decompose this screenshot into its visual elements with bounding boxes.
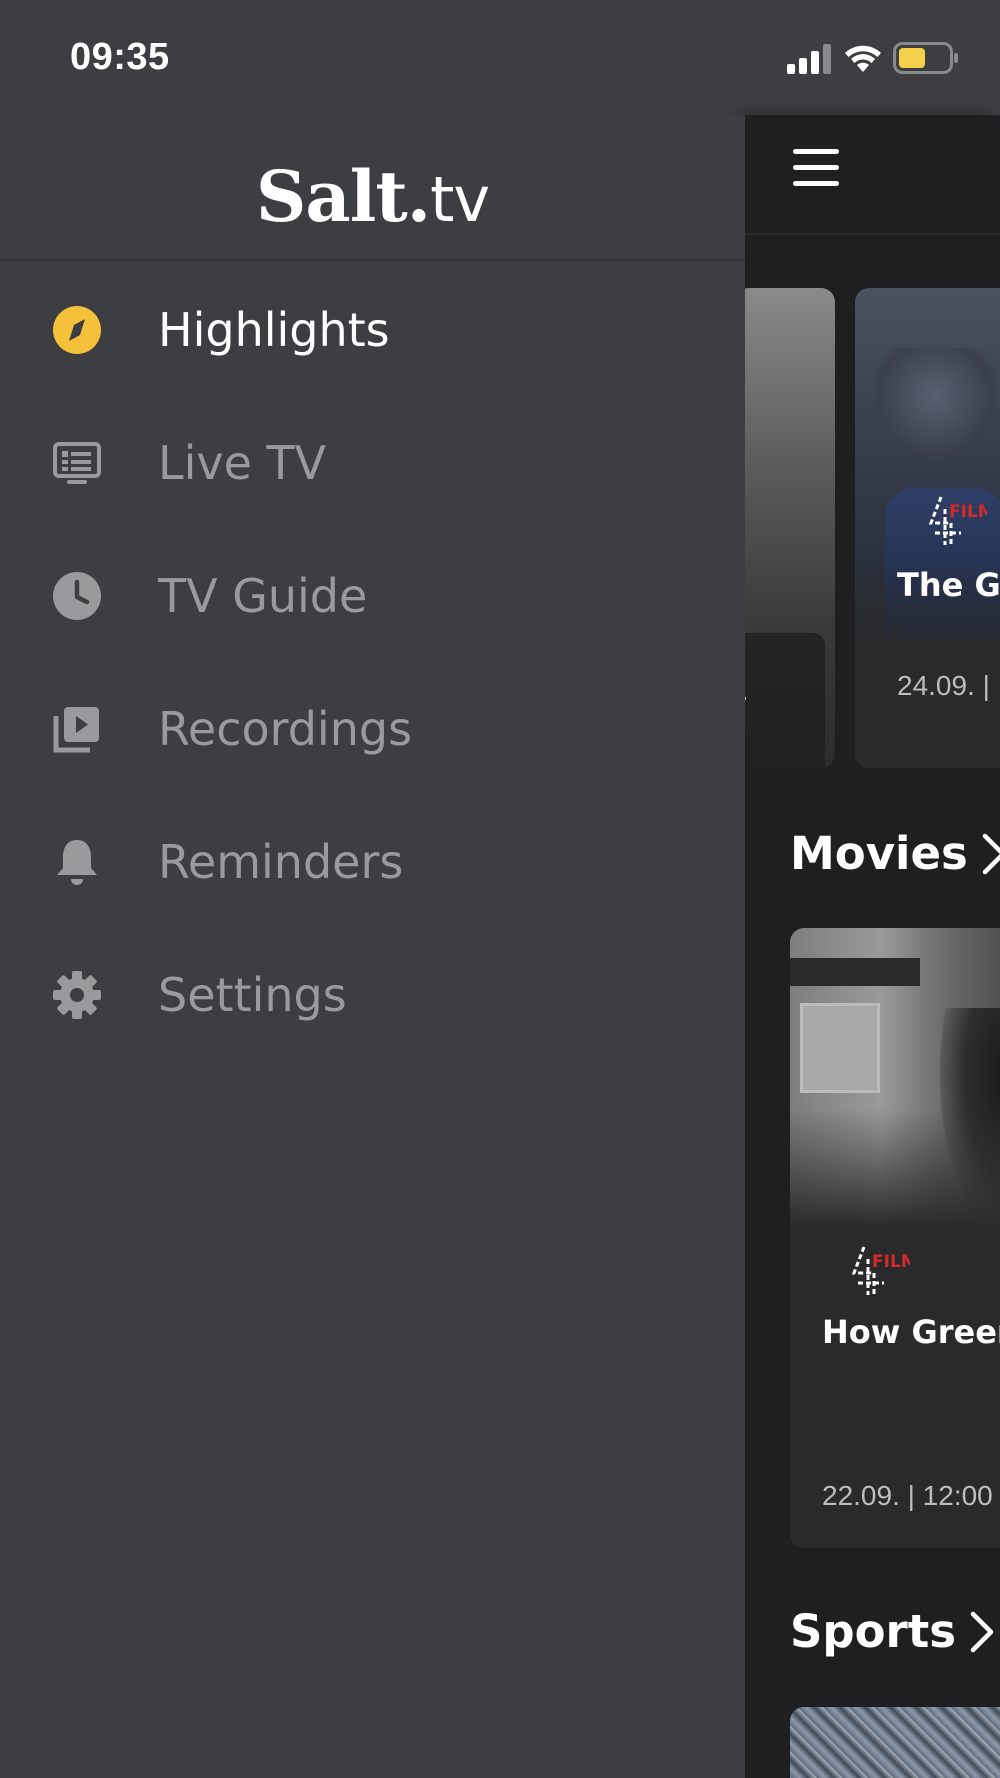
chevron-right-icon [982,833,1000,874]
salt-tv-logo: Salt.tv [255,155,490,238]
compass-icon [52,305,102,355]
card-title: The Gi [897,566,1000,604]
nav-item-highlights[interactable]: Highlights [0,263,745,396]
section-title-label: Sports [790,1605,957,1658]
cellular-signal-icon [787,44,831,74]
highlight-card-previous[interactable] [745,288,835,768]
card-meta: 22.09. | 12:00 [822,1480,993,1511]
nav-item-label: Reminders [158,834,404,889]
divider [0,259,745,261]
channel-logo-film4-icon: FILM [928,496,987,545]
highlight-card-featured[interactable]: FILM The Gi 24.09. | [855,288,1000,768]
nav-item-label: Recordings [158,701,413,756]
nav-item-tv-guide[interactable]: TV Guide [0,529,745,662]
gear-icon [52,970,102,1020]
svg-text:FILM: FILM [872,1252,910,1272]
nav-item-label: Live TV [158,435,327,490]
sports-card[interactable] [790,1707,1000,1778]
battery-icon [893,42,958,74]
nav-item-live-tv[interactable]: Live TV [0,396,745,529]
card-info-overlay [745,633,825,768]
nav-list: Highlights Live TV TV Guide Recordings R… [0,263,745,1061]
section-title-movies[interactable]: Movies [790,827,1000,880]
status-bar: 09:35 [0,0,1000,115]
card-title: How Green [822,1313,1000,1351]
side-drawer: Salt.tv Highlights Live TV TV Guide Reco… [0,115,745,1778]
wifi-icon [845,45,881,72]
bell-icon [52,837,102,887]
recordings-icon [52,704,102,754]
tv-icon [52,438,102,488]
nav-item-label: Settings [158,967,347,1022]
movie-card[interactable]: FILM How Green 22.09. | 12:00 [790,928,1000,1548]
nav-item-reminders[interactable]: Reminders [0,795,745,928]
hamburger-menu-icon[interactable] [793,149,839,189]
top-bar [745,115,1000,235]
card-artwork [790,928,1000,1228]
card-meta: 24.09. | [897,670,990,701]
status-time: 09:35 [70,36,170,78]
chevron-right-icon [970,1611,994,1652]
nav-item-label: TV Guide [158,568,368,623]
svg-text:FILM: FILM [949,502,987,522]
nav-item-label: Highlights [158,302,390,357]
section-title-sports[interactable]: Sports [790,1605,996,1658]
nav-item-settings[interactable]: Settings [0,928,745,1061]
channel-logo-film4-icon: FILM [851,1246,910,1295]
main-content: FILM The Gi 24.09. | Movies FILM How Gre… [745,115,1000,1778]
nav-item-recordings[interactable]: Recordings [0,662,745,795]
card-artwork [875,348,995,468]
clock-icon [52,571,102,621]
section-title-label: Movies [790,827,968,880]
